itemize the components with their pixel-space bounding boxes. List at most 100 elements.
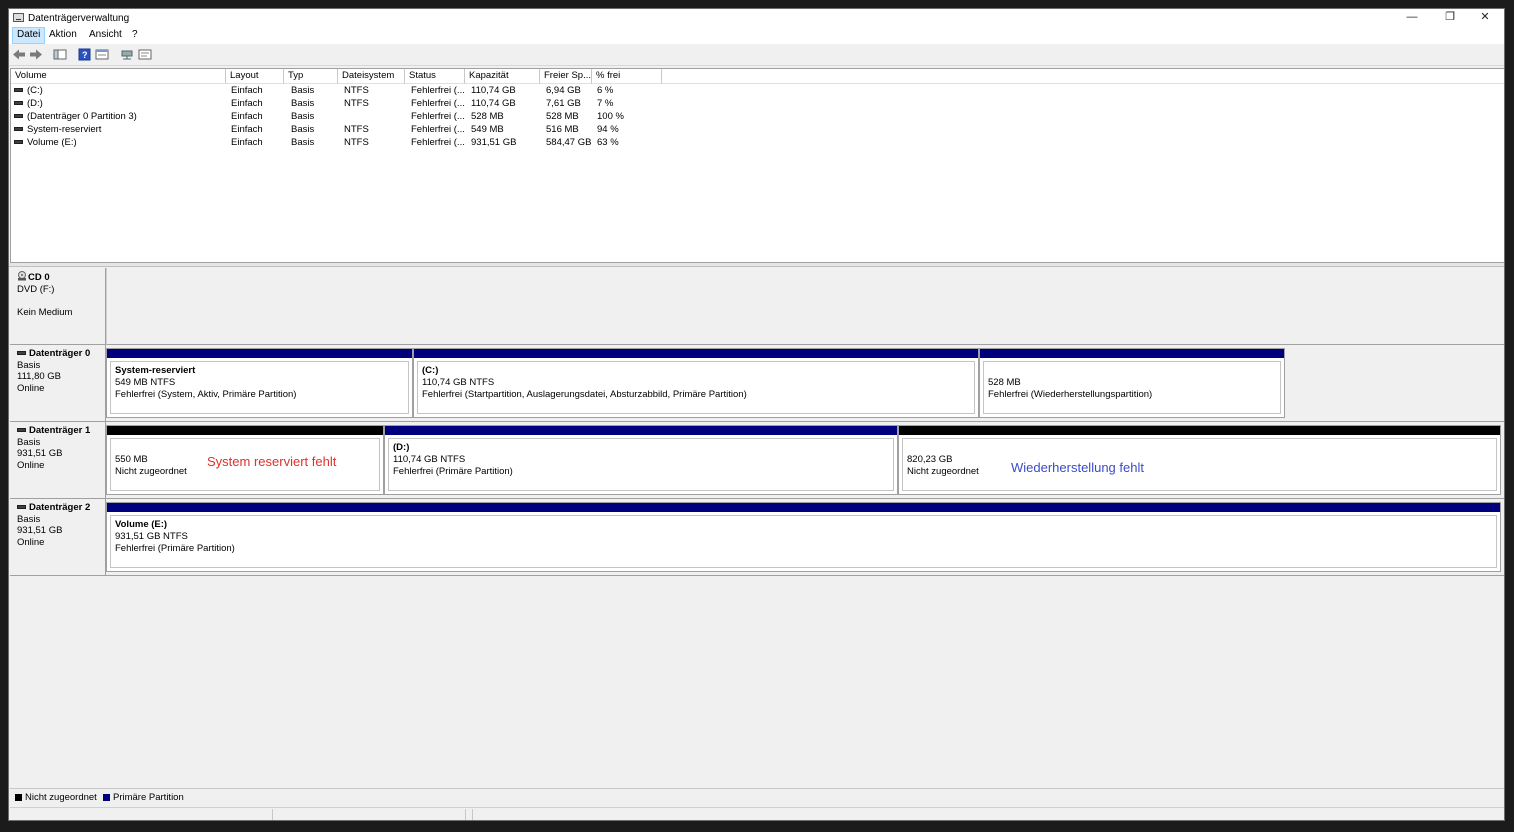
partition-bar-primary <box>980 349 1284 358</box>
disk-media-status: Kein Medium <box>17 306 73 318</box>
partition-d[interactable]: (D:) 110,74 GB NTFS Fehlerfrei (Primäre … <box>384 425 898 495</box>
disk-blank-line <box>17 295 105 307</box>
partition-c[interactable]: (C:) 110,74 GB NTFS Fehlerfrei (Startpar… <box>413 348 979 418</box>
volume-list: Volume Layout Typ Dateisystem Status Kap… <box>10 68 1504 263</box>
partition-name: (C:) <box>422 365 439 376</box>
connect-icon[interactable] <box>120 48 134 61</box>
table-row[interactable]: (D:) Einfach Basis NTFS Fehlerfrei (... … <box>11 97 1504 110</box>
partition-size: 110,74 GB NTFS <box>393 454 466 465</box>
partition-bar-unallocated <box>107 426 383 435</box>
partition-size: 110,74 GB NTFS <box>422 377 495 388</box>
partition-recovery[interactable]: 528 MB Fehlerfrei (Wiederherstellungspar… <box>979 348 1285 418</box>
cell-freier-speicher: 528 MB <box>546 111 579 122</box>
cell-status: Fehlerfrei (... <box>411 124 465 135</box>
restore-button[interactable]: ❐ <box>1433 9 1467 27</box>
disk-label-cd0[interactable]: CD 0 DVD (F:) Kein Medium <box>10 268 106 345</box>
disk-row-disk0: System-reserviert 549 MB NTFS Fehlerfrei… <box>106 345 1504 422</box>
partition-body: 528 MB Fehlerfrei (Wiederherstellungspar… <box>983 361 1281 414</box>
menu-ansicht[interactable]: Ansicht <box>85 27 126 44</box>
toolbar: ? <box>9 44 1504 66</box>
legend-swatch-primary <box>103 794 110 801</box>
minimize-button[interactable]: — <box>1395 9 1429 27</box>
partition-status: Nicht zugeordnet <box>907 466 979 477</box>
forward-icon[interactable] <box>29 48 43 61</box>
legend: Nicht zugeordnet Primäre Partition <box>10 788 1504 806</box>
table-row[interactable]: System-reserviert Einfach Basis NTFS Feh… <box>11 123 1504 136</box>
properties-icon[interactable] <box>95 48 109 61</box>
disk-management-window: Datenträgerverwaltung — ❐ ✕ Datei Aktion… <box>8 8 1505 821</box>
cell-typ: Basis <box>291 85 315 96</box>
cell-volume: (Datenträger 0 Partition 3) <box>14 110 224 123</box>
partition-status: Fehlerfrei (Primäre Partition) <box>393 466 513 477</box>
table-row[interactable]: (C:) Einfach Basis NTFS Fehlerfrei (... … <box>11 84 1504 97</box>
close-button[interactable]: ✕ <box>1468 9 1502 27</box>
hard-disk-icon <box>17 505 26 509</box>
legend-label-primary: Primäre Partition <box>113 792 184 803</box>
cell-volume-text: (C:) <box>27 85 43 96</box>
partition-system-reserved[interactable]: System-reserviert 549 MB NTFS Fehlerfrei… <box>106 348 413 418</box>
partition-status: Fehlerfrei (Wiederherstellungspartition) <box>988 389 1153 400</box>
disk-name: CD 0 <box>28 272 50 283</box>
disk-size: 111,80 GB <box>17 371 62 382</box>
help-icon[interactable]: ? <box>78 48 92 61</box>
cell-freier-speicher: 584,47 GB <box>546 137 591 148</box>
column-header-typ[interactable]: Typ <box>284 69 338 84</box>
cell-status: Fehlerfrei (... <box>411 98 465 109</box>
annotation-recovery-missing: Wiederherstellung fehlt <box>1011 460 1144 475</box>
disk-name: Datenträger 2 <box>29 502 91 513</box>
cell-typ: Basis <box>291 124 315 135</box>
partition-body: Volume (E:) 931,51 GB NTFS Fehlerfrei (P… <box>110 515 1497 568</box>
disk-label-disk0[interactable]: Datenträger 0 Basis 111,80 GB Online <box>10 345 106 422</box>
status-divider <box>272 809 273 820</box>
svg-text:?: ? <box>82 50 88 60</box>
partition-status: Fehlerfrei (Startpartition, Auslagerungs… <box>422 389 747 400</box>
cell-layout: Einfach <box>231 137 263 148</box>
menu-datei[interactable]: Datei <box>12 27 46 44</box>
column-header-kapazitaet[interactable]: Kapazität <box>465 69 540 84</box>
cell-volume: System-reserviert <box>14 123 224 136</box>
disk-size: 931,51 GB <box>17 448 63 459</box>
disk-label-disk2[interactable]: Datenträger 2 Basis 931,51 GB Online <box>10 499 106 576</box>
cell-volume-text: (Datenträger 0 Partition 3) <box>27 111 137 122</box>
cell-dateisystem: NTFS <box>344 137 369 148</box>
cell-dateisystem <box>344 110 404 123</box>
table-row[interactable]: (Datenträger 0 Partition 3) Einfach Basi… <box>11 110 1504 123</box>
partition-name <box>988 365 1276 377</box>
partition-size: 820,23 GB <box>907 454 953 465</box>
partition-status: Fehlerfrei (System, Aktiv, Primäre Parti… <box>115 389 297 400</box>
partition-size: 528 MB <box>988 377 1021 388</box>
window-title: Datenträgerverwaltung <box>28 13 130 24</box>
cell-kapazitaet: 549 MB <box>471 124 504 135</box>
menu-aktion[interactable]: Aktion <box>45 27 81 44</box>
cell-prozent-frei: 94 % <box>597 124 619 135</box>
console-tree-icon[interactable] <box>53 48 67 61</box>
annotation-system-reserved-missing: System reserviert fehlt <box>207 454 337 469</box>
cell-kapazitaet: 528 MB <box>471 111 504 122</box>
column-header-volume[interactable]: Volume <box>11 69 226 84</box>
column-header-freier-speicher[interactable]: Freier Sp... <box>540 69 592 84</box>
partition-size: 931,51 GB NTFS <box>115 531 188 542</box>
cell-kapazitaet: 110,74 GB <box>471 98 516 109</box>
rescan-icon[interactable] <box>138 48 152 61</box>
legend-label-unallocated: Nicht zugeordnet <box>25 792 97 803</box>
disk-graph-view: CD 0 DVD (F:) Kein Medium Datenträger 0 … <box>10 268 1504 788</box>
back-icon[interactable] <box>12 48 26 61</box>
disk-name: Datenträger 1 <box>29 425 91 436</box>
partition-unallocated-820gb[interactable]: 820,23 GB Nicht zugeordnet <box>898 425 1501 495</box>
cell-volume-text: Volume (E:) <box>27 137 77 148</box>
partition-body: (C:) 110,74 GB NTFS Fehlerfrei (Startpar… <box>417 361 975 414</box>
partition-e[interactable]: Volume (E:) 931,51 GB NTFS Fehlerfrei (P… <box>106 502 1501 572</box>
table-row[interactable]: Volume (E:) Einfach Basis NTFS Fehlerfre… <box>11 136 1504 149</box>
cell-typ: Basis <box>291 98 315 109</box>
column-header-layout[interactable]: Layout <box>226 69 284 84</box>
pane-splitter[interactable] <box>9 263 1504 267</box>
column-header-prozent-frei[interactable]: % frei <box>592 69 662 84</box>
cell-typ: Basis <box>291 111 315 122</box>
volume-drive-icon <box>14 114 23 118</box>
disk-row-cd0[interactable] <box>106 268 1504 345</box>
column-header-status[interactable]: Status <box>405 69 465 84</box>
column-header-dateisystem[interactable]: Dateisystem <box>338 69 405 84</box>
menu-help[interactable]: ? <box>128 27 142 44</box>
cell-prozent-frei: 6 % <box>597 85 614 96</box>
disk-label-disk1[interactable]: Datenträger 1 Basis 931,51 GB Online <box>10 422 106 499</box>
